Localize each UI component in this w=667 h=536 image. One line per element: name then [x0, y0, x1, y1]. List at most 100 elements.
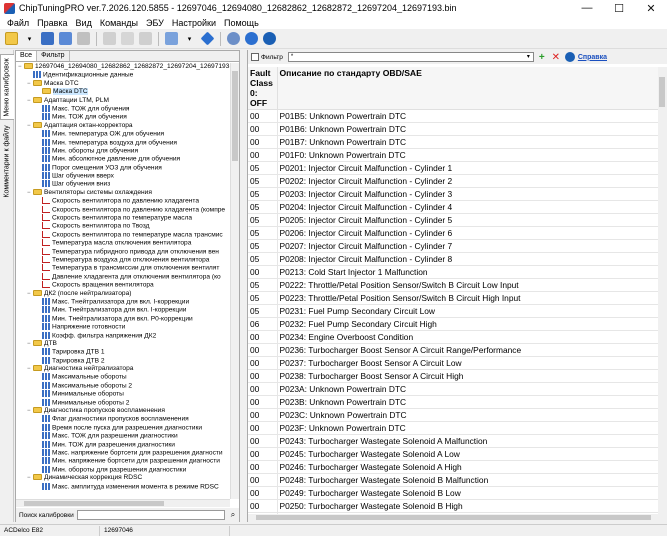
tree-item[interactable]: Маска DTC: [16, 88, 230, 96]
menu-file[interactable]: Файл: [3, 18, 33, 28]
fault-class-cell[interactable]: 00: [248, 460, 278, 474]
clear-filter-button[interactable]: ✕: [550, 51, 562, 63]
tree-item[interactable]: Скорость вентилятора по температуре масл…: [16, 230, 230, 239]
fault-class-cell[interactable]: 00: [248, 382, 278, 396]
tree-item[interactable]: Коэфф. фильтра напряжения ДК2: [16, 331, 230, 340]
tab-calibration-menu[interactable]: Меню калибровок: [0, 54, 14, 120]
filter-combo[interactable]: * ▾: [287, 52, 534, 62]
tree-horizontal-scrollbar[interactable]: [16, 499, 230, 507]
save-button[interactable]: [39, 30, 56, 47]
apply-filter-button[interactable]: +: [536, 51, 548, 63]
fault-class-cell[interactable]: 05: [248, 252, 278, 266]
table-row[interactable]: 00 P0213: Cold Start Injector 1 Malfuncti…: [248, 265, 659, 279]
menu-commands[interactable]: Команды: [96, 18, 142, 28]
tree-item[interactable]: Мин. ТОЖ для обучения: [16, 113, 230, 121]
fault-class-cell[interactable]: 00: [248, 434, 278, 448]
scrollbar-thumb[interactable]: [256, 515, 651, 520]
tree-item[interactable]: Время после пуска для разрешения диагнос…: [16, 423, 230, 432]
table-row[interactable]: 00 P0243: Turbocharger Wastegate Solenoid…: [248, 434, 659, 448]
fault-class-cell[interactable]: 00: [248, 265, 278, 279]
table-row[interactable]: 00 P023B: Unknown Powertrain DTC: [248, 395, 659, 409]
fault-class-cell[interactable]: 00: [248, 447, 278, 461]
fault-class-cell[interactable]: 05: [248, 161, 278, 175]
tree-item[interactable]: Скорость вентилятора по Твозд: [16, 222, 230, 230]
find-button[interactable]: [225, 30, 242, 47]
maximize-button[interactable]: ☐: [603, 0, 635, 16]
chevron-down-icon[interactable]: ▾: [524, 53, 533, 61]
tree-item[interactable]: Мин. обороты для обучения: [16, 146, 230, 155]
minimize-button[interactable]: —: [571, 0, 603, 16]
fault-class-cell[interactable]: 05: [248, 226, 278, 240]
table-row[interactable]: 05 P0223: Throttle/Petal Position Sensor/…: [248, 291, 659, 305]
close-button[interactable]: ✕: [635, 0, 667, 16]
table-row[interactable]: 05 P0208: Injector Circuit Malfunction - …: [248, 252, 659, 266]
tree-item[interactable]: Давление хладагента для отключения венти…: [16, 272, 230, 281]
tree-item[interactable]: Мин. напряжение бортсети для разрешения …: [16, 457, 230, 465]
tree-vertical-scrollbar[interactable]: [230, 63, 239, 499]
tree-item[interactable]: − ДК2 (после нейтрализатора): [16, 290, 230, 298]
tree-item[interactable]: Порог смещения УОЗ для обучения: [16, 163, 230, 172]
tree-item[interactable]: − Вентиляторы системы охлаждения: [16, 189, 230, 197]
open-dropdown-button[interactable]: ▾: [21, 30, 38, 47]
tree-item[interactable]: Мин. температура ОЖ для обучения: [16, 130, 230, 138]
fault-class-cell[interactable]: 00: [248, 343, 278, 357]
fault-class-cell[interactable]: 05: [248, 291, 278, 305]
table-row[interactable]: 00 P0249: Turbocharger Wastegate Solenoid…: [248, 486, 659, 500]
fault-class-cell[interactable]: 00: [248, 356, 278, 370]
tab-filter[interactable]: Фильтр: [37, 51, 70, 61]
fault-class-cell[interactable]: 05: [248, 239, 278, 253]
tree-item[interactable]: Флаг диагностики пропусков воспламенения: [16, 415, 230, 423]
calibration-search-input[interactable]: [76, 510, 225, 520]
fault-class-cell[interactable]: 00: [248, 473, 278, 487]
fault-class-cell[interactable]: 00: [248, 122, 278, 136]
table-row[interactable]: 05 P0203: Injector Circuit Malfunction - …: [248, 187, 659, 201]
tree-item[interactable]: Скорость вентилятора по давлению хладаге…: [16, 205, 230, 214]
table-row[interactable]: 05 P0202: Injector Circuit Malfunction - …: [248, 174, 659, 188]
tree-item[interactable]: Мин. ТОЖ для разрешения диагностики: [16, 440, 230, 449]
fault-class-cell[interactable]: 00: [248, 486, 278, 500]
table-row[interactable]: 05 P0231: Fuel Pump Secondary Circuit Low: [248, 304, 659, 318]
fault-class-cell[interactable]: 00: [248, 499, 278, 513]
scrollbar-thumb[interactable]: [659, 77, 665, 107]
paste-button[interactable]: [119, 30, 136, 47]
tree-item[interactable]: Минимальные обороты 2: [16, 398, 230, 407]
table-row[interactable]: 00 P0250: Turbocharger Wastegate Solenoid…: [248, 499, 659, 513]
tree-item[interactable]: Максимальные обороты 2: [16, 381, 230, 390]
tree-item[interactable]: Шаг обучения вниз: [16, 180, 230, 188]
search-icon[interactable]: ⌕: [227, 510, 239, 520]
fault-class-cell[interactable]: 05: [248, 174, 278, 188]
table-row[interactable]: 00 P0246: Turbocharger Wastegate Solenoid…: [248, 460, 659, 474]
tree-item[interactable]: − Диагностика нейтрализатора: [16, 365, 230, 373]
connect-dropdown-button[interactable]: ▾: [181, 30, 198, 47]
table-row[interactable]: 00 P0234: Engine Overboost Condition: [248, 330, 659, 344]
fault-class-cell[interactable]: 00: [248, 135, 278, 149]
fault-class-cell[interactable]: 05: [248, 200, 278, 214]
tree-item[interactable]: − Адаптация октан-корректора: [16, 122, 230, 130]
table-row[interactable]: 00 P0237: Turbocharger Boost Sensor A Cir…: [248, 356, 659, 370]
fault-class-cell[interactable]: 05: [248, 304, 278, 318]
table-row[interactable]: 05 P0205: Injector Circuit Malfunction - …: [248, 213, 659, 227]
tree-item[interactable]: Макс. Тнейтрализатора для вкл. I-коррекц…: [16, 297, 230, 306]
connect-button[interactable]: [163, 30, 180, 47]
table-row[interactable]: 00 P01B5: Unknown Powertrain DTC: [248, 109, 659, 123]
tree-item[interactable]: Температура воздуха для отключения венти…: [16, 255, 230, 264]
help-button[interactable]: [261, 30, 278, 47]
table-row[interactable]: 00 P01F0: Unknown Powertrain DTC: [248, 148, 659, 162]
column-header-description[interactable]: Описание по стандарту OBD/SAE: [277, 67, 659, 110]
scrollbar-thumb[interactable]: [24, 501, 164, 506]
table-row[interactable]: 00 P023C: Unknown Powertrain DTC: [248, 408, 659, 422]
fault-class-cell[interactable]: 00: [248, 369, 278, 383]
table-row[interactable]: 00 P01B6: Unknown Powertrain DTC: [248, 122, 659, 136]
table-row[interactable]: 00 P023F: Unknown Powertrain DTC: [248, 421, 659, 435]
table-row[interactable]: 05 P0222: Throttle/Petal Position Sensor/…: [248, 278, 659, 292]
scrollbar-thumb[interactable]: [232, 71, 238, 161]
grid-horizontal-scrollbar[interactable]: [248, 514, 667, 522]
table-row[interactable]: 00 P0245: Turbocharger Wastegate Solenoid…: [248, 447, 659, 461]
save-as-button[interactable]: [57, 30, 74, 47]
tree-item[interactable]: Макс. напряжение бортсети для разрешения…: [16, 448, 230, 457]
menu-ecu[interactable]: ЭБУ: [142, 18, 168, 28]
table-row[interactable]: 00 P023A: Unknown Powertrain DTC: [248, 382, 659, 396]
tab-file-comments[interactable]: Комментарии к файлу: [0, 122, 14, 200]
fault-class-cell[interactable]: 00: [248, 148, 278, 162]
fault-class-cell[interactable]: 00: [248, 421, 278, 435]
